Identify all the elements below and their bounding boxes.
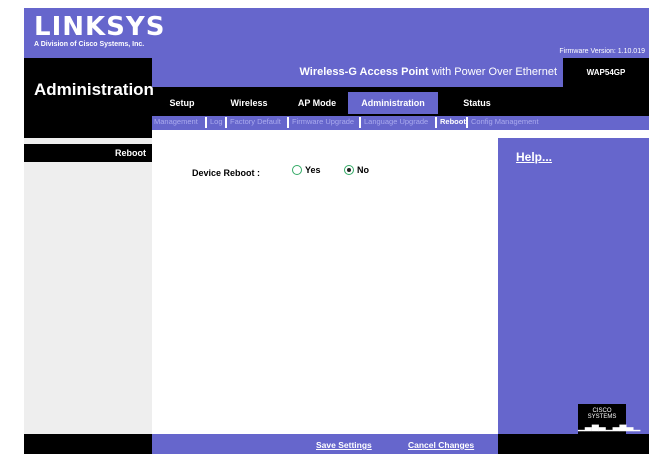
footer-bar: Save Settings Cancel Changes [24, 434, 649, 454]
logo-subtitle: A Division of Cisco Systems, Inc. [34, 41, 145, 48]
header-banner: LINKSYS A Division of Cisco Systems, Inc… [24, 8, 649, 58]
cisco-logo-text: CISCO SYSTEMS [587, 408, 617, 420]
left-sidebar: Reboot [24, 130, 152, 434]
tab-setup[interactable]: Setup [160, 92, 204, 114]
subnav-log[interactable]: Log [210, 117, 223, 126]
subnav-separator [225, 117, 227, 128]
cisco-bars-icon: ▁▃▅▃▁▃▅▃▁ [578, 421, 641, 431]
tab-administration[interactable]: Administration [348, 92, 438, 114]
product-bar: Wireless-G Access Point with Power Over … [152, 58, 649, 87]
reboot-yes-radio[interactable]: Yes [292, 165, 321, 175]
reboot-no-radio[interactable]: No [344, 165, 369, 175]
cancel-changes-button[interactable]: Cancel Changes [408, 440, 474, 450]
tab-wireless[interactable]: Wireless [224, 92, 274, 114]
firmware-version: Firmware Version: 1.10.019 [559, 48, 645, 55]
subnav-factory-default[interactable]: Factory Default [230, 117, 281, 126]
subnav-language-upgrade[interactable]: Language Upgrade [364, 117, 428, 126]
help-panel: Help... CISCO SYSTEMS ▁▃▅▃▁▃▅▃▁ [498, 138, 649, 434]
subnav-management[interactable]: Management [154, 117, 198, 126]
subnav-separator [287, 117, 289, 128]
subnav-separator [205, 117, 207, 128]
main-content: Device Reboot : Yes No [152, 138, 498, 434]
linksys-logo: LINKSYS [34, 12, 166, 42]
page-title: Administration [34, 80, 154, 99]
save-settings-button[interactable]: Save Settings [316, 440, 372, 450]
cisco-systems-logo: CISCO SYSTEMS ▁▃▅▃▁▃▅▃▁ [578, 404, 641, 434]
radio-checked-icon [344, 165, 354, 175]
tab-status[interactable]: Status [452, 92, 502, 114]
main-tabs: Setup Wireless AP Mode Administration St… [152, 92, 649, 114]
tab-ap-mode[interactable]: AP Mode [292, 92, 342, 114]
section-heading: Reboot [24, 144, 152, 162]
sub-navigation: Management Log Factory Default Firmware … [152, 116, 649, 130]
subnav-separator [466, 117, 468, 128]
sidebar-top-bar [24, 130, 152, 138]
device-reboot-label: Device Reboot : [192, 168, 261, 178]
subnav-firmware-upgrade[interactable]: Firmware Upgrade [292, 117, 354, 126]
model-number: WAP54GP [563, 58, 649, 87]
help-link[interactable]: Help... [516, 150, 552, 164]
subnav-config-management[interactable]: Config Management [471, 117, 539, 126]
footer-actions: Save Settings Cancel Changes [152, 434, 498, 454]
radio-yes-label: Yes [305, 165, 321, 175]
subnav-separator [435, 117, 437, 128]
product-name: Wireless-G Access Point with Power Over … [299, 66, 558, 78]
radio-no-label: No [357, 165, 369, 175]
nav-band: Administration Wireless-G Access Point w… [24, 58, 649, 130]
subnav-separator [359, 117, 361, 128]
subnav-reboot[interactable]: Reboot [440, 117, 466, 126]
radio-circle-icon [292, 165, 302, 175]
